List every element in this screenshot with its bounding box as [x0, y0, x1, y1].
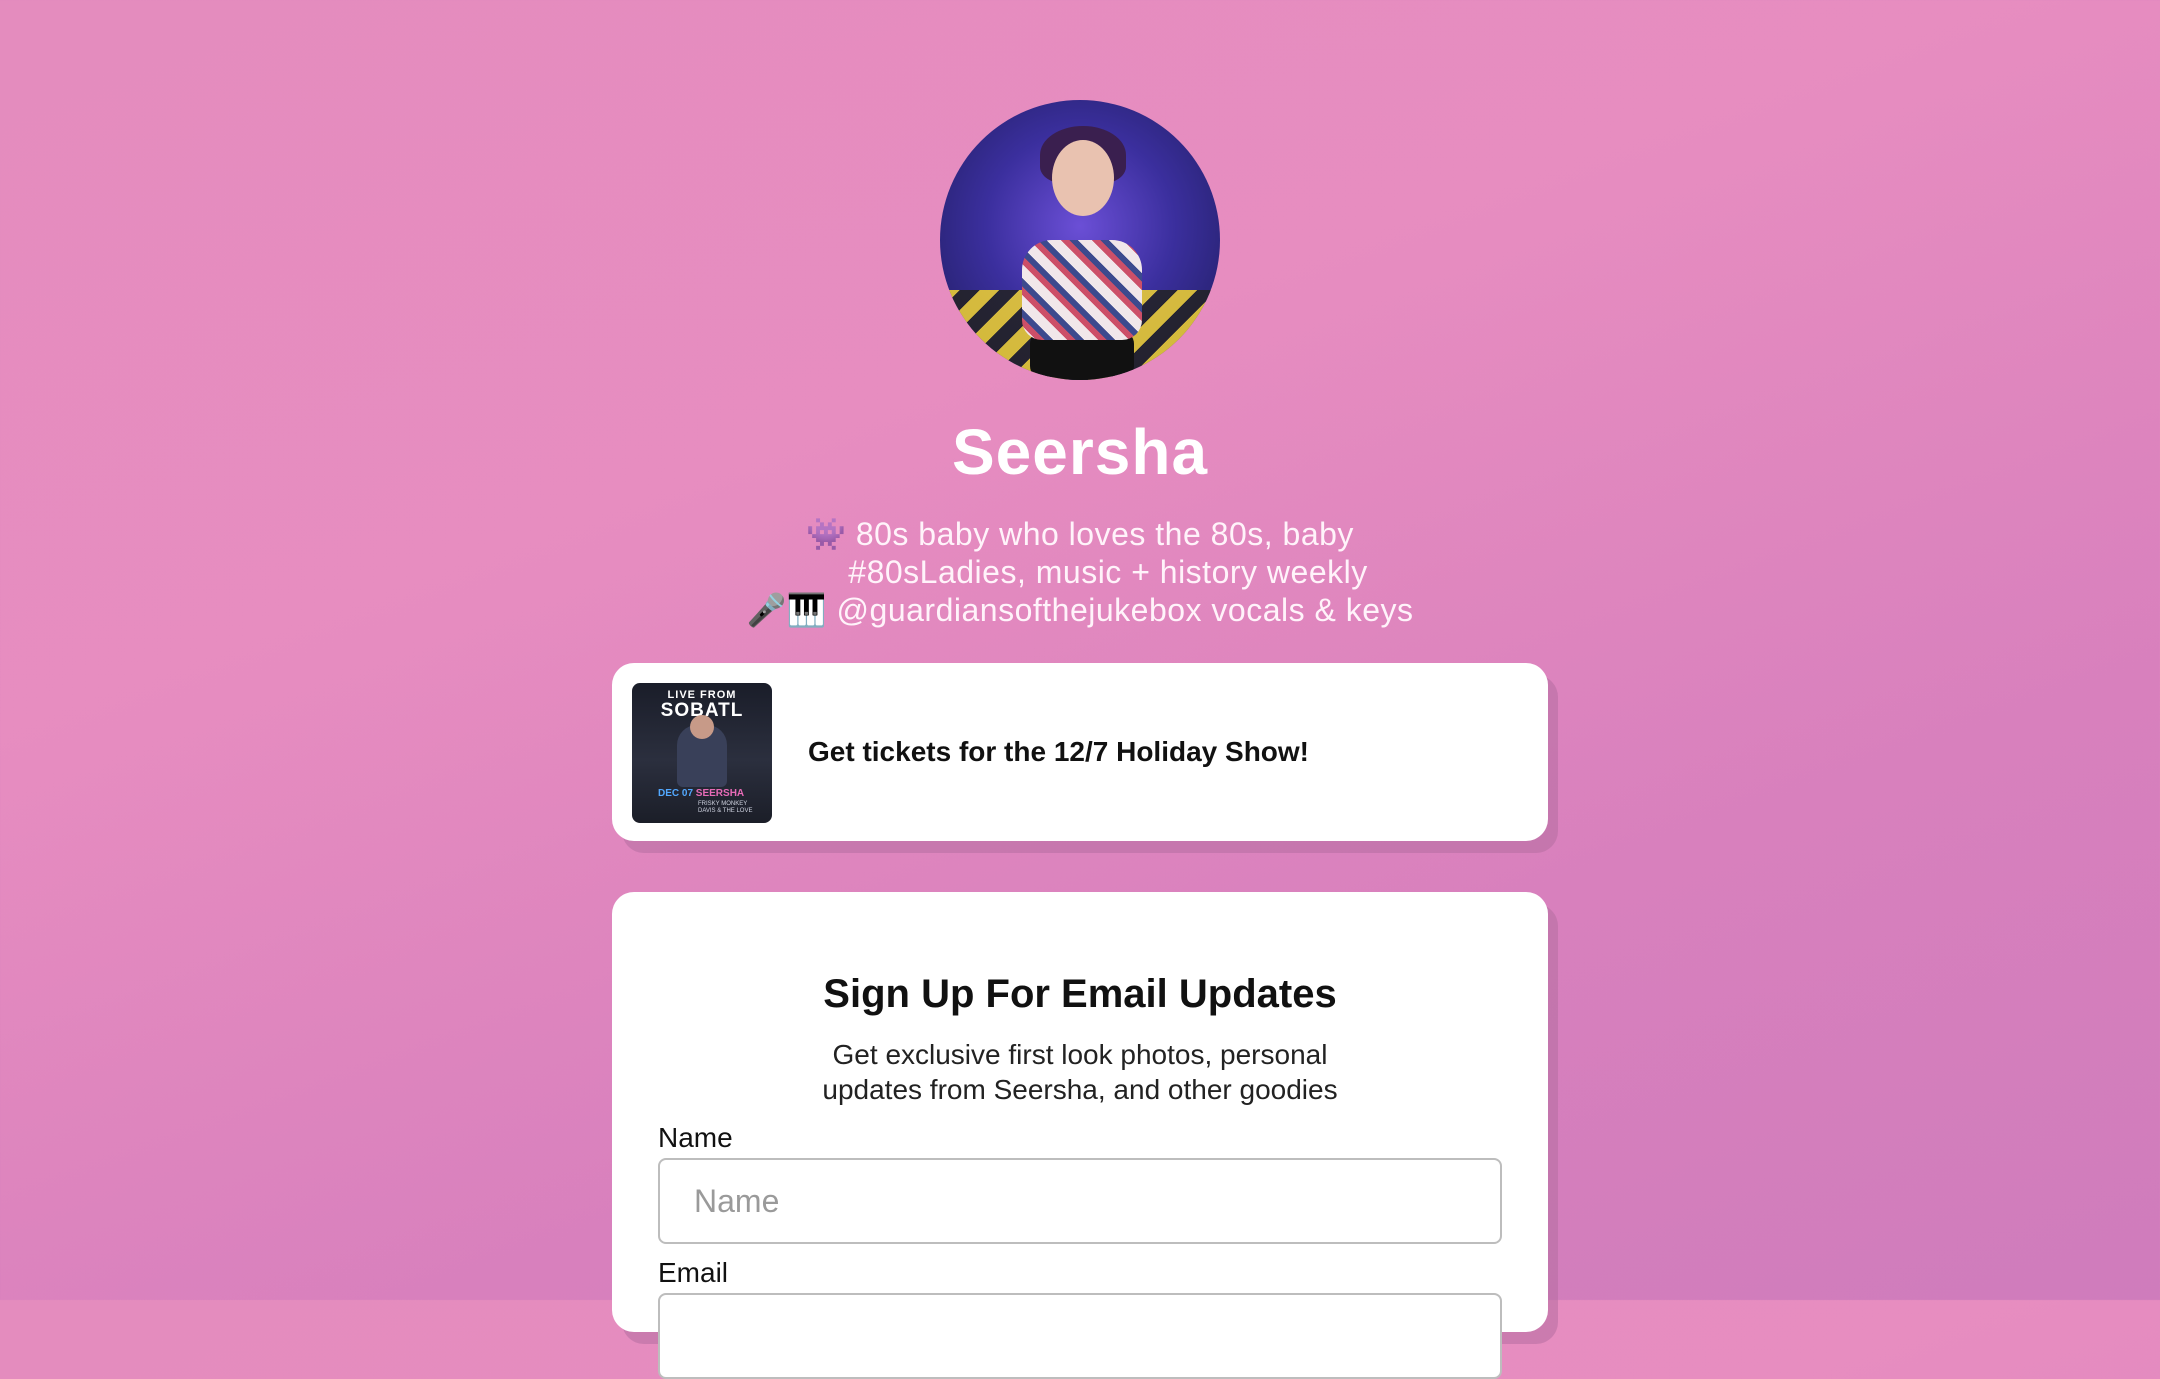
bio-line-3: 🎤🎹 @guardiansofthejukebox vocals & keys — [746, 592, 1414, 628]
link-thumbnail: LIVE FROM SOBATL DEC 07 SEERSHA FRISKY M… — [632, 683, 772, 823]
thumbnail-figure-head — [690, 715, 714, 739]
profile-bio: 👾 80s baby who loves the 80s, baby #80sL… — [0, 515, 2160, 629]
email-signup-form: Sign Up For Email Updates Get exclusive … — [612, 892, 1548, 1379]
avatar-head — [1052, 140, 1114, 216]
link-button-holiday-show[interactable]: LIVE FROM SOBATL DEC 07 SEERSHA FRISKY M… — [612, 663, 1548, 841]
email-label: Email — [658, 1257, 729, 1288]
name-label: Name — [658, 1122, 733, 1153]
thumbnail-date: DEC 07 — [658, 788, 694, 799]
email-input[interactable] — [658, 1293, 1502, 1379]
name-input[interactable] — [658, 1158, 1502, 1244]
signup-description: Get exclusive first look photos, persona… — [612, 1037, 1548, 1107]
signup-description-line-1: Get exclusive first look photos, persona… — [832, 1039, 1328, 1070]
thumbnail-support: FRISKY MONKEY DAVIS & THE LOVE — [698, 801, 753, 814]
bio-line-1: 👾 80s baby who loves the 80s, baby — [806, 516, 1354, 552]
thumbnail-date-artist: DEC 07 SEERSHA — [658, 788, 744, 799]
signup-description-line-2: updates from Seersha, and other goodies — [822, 1074, 1338, 1105]
profile-avatar — [940, 100, 1220, 380]
profile-name: Seersha — [951, 416, 1209, 488]
signup-title: Sign Up For Email Updates — [823, 972, 1337, 1016]
profile-page: Seersha 👾 80s baby who loves the 80s, ba… — [0, 0, 2160, 1379]
link-label: Get tickets for the 12/7 Holiday Show! — [808, 736, 1310, 767]
thumbnail-artist: SEERSHA — [695, 788, 745, 799]
bio-line-2: #80sLadies, music + history weekly — [848, 554, 1368, 590]
avatar-body — [1022, 240, 1142, 340]
